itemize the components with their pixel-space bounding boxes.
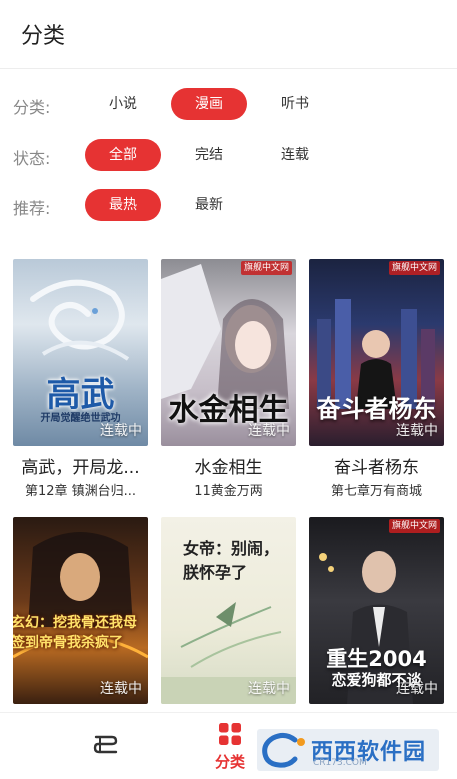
publisher-badge: 旗舰中文网 — [388, 261, 440, 275]
cover-title: 奋斗者杨东 — [316, 395, 437, 423]
book-cover[interactable]: 旗舰中文网 重生2004 恋爱狗都不谈 连载中 — [309, 517, 444, 704]
cover-title: 玄幻：挖我骨还我母 签到帝骨我杀疯了 — [13, 615, 137, 651]
page-title: 分类 — [21, 24, 66, 49]
publisher-badge: 旗舰中文网 — [240, 261, 292, 275]
category-filter-label: 分类: — [13, 98, 51, 117]
book-title[interactable]: 高武，开局龙... — [13, 453, 148, 478]
tab-bookshelf[interactable] — [66, 713, 146, 779]
watermark-url: CR173.COM — [313, 758, 367, 768]
book-status: 连载中 — [248, 423, 290, 439]
book-cover[interactable]: 高武 开局觉醒绝世武功 连载中 — [13, 259, 148, 446]
status-filter-row: 状态: 全部 完结 连载 — [0, 137, 457, 173]
category-grid-icon — [219, 723, 241, 745]
category-option-novel[interactable]: 小说 — [92, 88, 154, 120]
category-filter-row: 分类: 小说 漫画 听书 — [0, 86, 457, 122]
book-latest-chapter: 11黄金万两 — [194, 484, 263, 499]
book-latest-chapter: 第12章 镇渊台归... — [24, 484, 137, 499]
book-card[interactable]: 旗舰中文网 奋斗者杨东 连载中 奋斗者杨东 第七章万有商城 — [309, 259, 444, 499]
book-status: 连载中 — [100, 423, 142, 439]
book-status: 连载中 — [100, 681, 142, 697]
book-status: 连载中 — [396, 681, 438, 697]
status-option-ongoing[interactable]: 连载 — [264, 139, 326, 171]
status-filter-label: 状态: — [13, 149, 51, 168]
book-card[interactable]: 高武 开局觉醒绝世武功 连载中 高武，开局龙... 第12章 镇渊台归... — [13, 259, 148, 499]
book-status: 连载中 — [396, 423, 438, 439]
book-cover[interactable]: 玄幻：挖我骨还我母 签到帝骨我杀疯了 连载中 — [13, 517, 148, 704]
book-title[interactable]: 奋斗者杨东 — [309, 453, 444, 478]
recommend-option-newest[interactable]: 最新 — [178, 189, 240, 221]
book-title[interactable]: 水金相生 — [161, 453, 296, 478]
book-cover[interactable]: 旗舰中文网 奋斗者杨东 连载中 — [309, 259, 444, 446]
category-option-comic[interactable]: 漫画 — [171, 88, 247, 120]
book-cover[interactable]: 女帝：别闹，朕怀孕了 连载中 — [161, 517, 296, 704]
book-cover[interactable]: 旗舰中文网 水金相生 连载中 — [161, 259, 296, 446]
watermark-logo: 西西软件园 CR173.COM — [257, 729, 439, 771]
book-status: 连载中 — [248, 681, 290, 697]
header-divider — [0, 68, 457, 69]
recommend-option-hottest[interactable]: 最热 — [85, 189, 161, 221]
status-option-all[interactable]: 全部 — [85, 139, 161, 171]
cover-title: 女帝：别闹，朕怀孕了 — [183, 539, 280, 582]
publisher-badge: 旗舰中文网 — [388, 519, 440, 533]
recommend-filter-row: 推荐: 最热 最新 — [0, 187, 457, 223]
top-header: 分类 — [0, 0, 457, 68]
status-option-completed[interactable]: 完结 — [178, 139, 240, 171]
watermark-c-icon — [262, 732, 305, 768]
recommend-filter-label: 推荐: — [13, 199, 51, 218]
warrior-illustration — [13, 532, 148, 659]
book-card[interactable]: 旗舰中文网 水金相生 连载中 水金相生 11黄金万两 — [161, 259, 296, 499]
category-option-audiobook[interactable]: 听书 — [264, 88, 326, 120]
bookshelf-icon — [93, 735, 118, 754]
book-latest-chapter: 第七章万有商城 — [330, 484, 422, 499]
